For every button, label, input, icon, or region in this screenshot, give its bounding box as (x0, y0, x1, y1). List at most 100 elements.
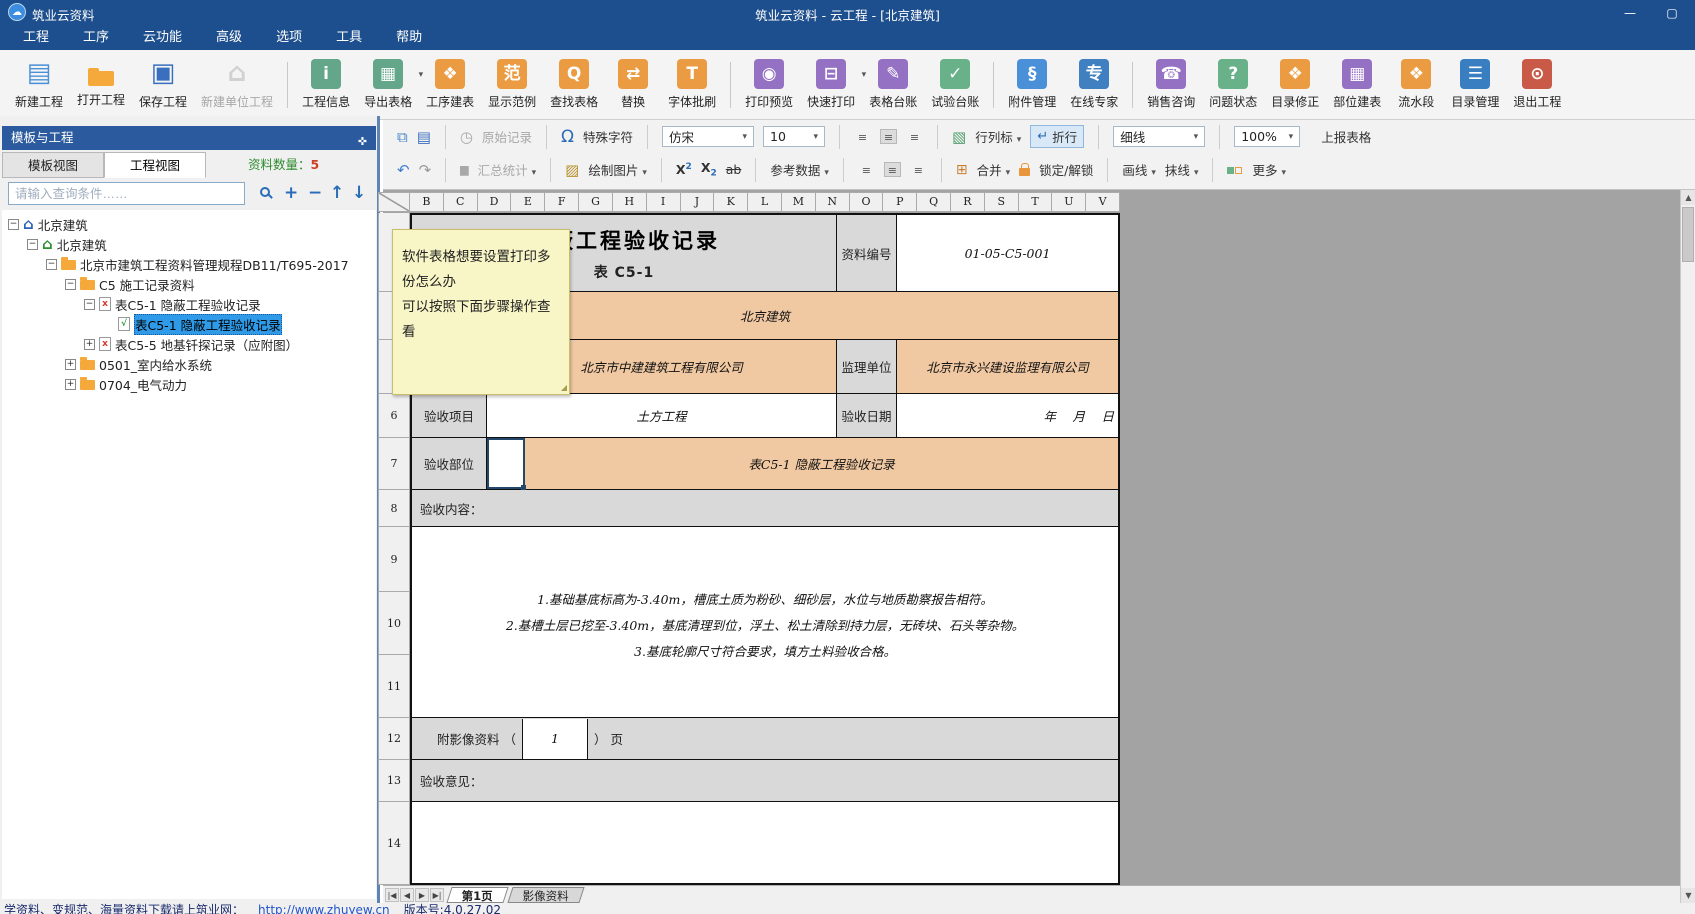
pin-icon[interactable]: ✜ (354, 130, 371, 146)
wrap-button[interactable]: ↵ 折行 (1030, 125, 1084, 148)
content-label-cell[interactable]: 验收内容： (412, 490, 1118, 526)
toolbar-catalog-manage[interactable]: ☰目录管理 (1444, 59, 1506, 110)
scroll-down-icon[interactable]: ▼ (1681, 888, 1695, 903)
undo-icon[interactable]: ↶ (397, 161, 410, 179)
toolbar-process-table[interactable]: ❖工序建表 (419, 59, 481, 110)
toolbar-quick-print[interactable]: ⊟▾快速打印 (800, 59, 862, 110)
first-sheet-button[interactable]: |◀ (385, 888, 399, 902)
valign-top-button[interactable]: ≡ (854, 129, 871, 144)
menu-高级[interactable]: 高级 (199, 25, 259, 50)
toolbar-new-unit-project[interactable]: ⌂新建单位工程 (194, 59, 280, 110)
column-header-J[interactable]: J (681, 192, 715, 212)
rowcol-button[interactable]: 行列标 (975, 127, 1021, 146)
menu-工具[interactable]: 工具 (319, 25, 379, 50)
font-family-select[interactable]: 仿宋 (662, 126, 754, 147)
toolbar-test-ledger[interactable]: ✓试验台账 (924, 59, 986, 110)
scroll-thumb[interactable] (1682, 207, 1694, 262)
minimize-button[interactable]: — (1617, 6, 1643, 20)
scroll-up-icon[interactable]: ▲ (1681, 190, 1695, 205)
content-cell[interactable]: 1.基础基底标高为-3.40m，槽底土质为粉砂、细砂层，水位与地质勘察报告相符。… (412, 527, 1118, 718)
item-label-cell[interactable]: 验收项目 (412, 394, 487, 437)
copy-icon[interactable]: ⧉ (397, 128, 408, 146)
toolbar-export-table[interactable]: ▦▾导出表格 (357, 59, 419, 110)
search-input[interactable] (8, 182, 245, 205)
tree-item[interactable]: +0704_电气动力 (2, 374, 376, 394)
tree-expander-icon[interactable]: − (27, 239, 38, 250)
toolbar-part-table[interactable]: ▦部位建表 (1326, 59, 1388, 110)
tree-expander-icon[interactable]: + (65, 379, 76, 390)
tree-item[interactable]: −北京市建筑工程资料管理规程DB11/T695-2017 (2, 254, 376, 274)
next-sheet-button[interactable]: ▶ (415, 888, 429, 902)
subscript-button[interactable]: X2 (701, 160, 717, 179)
website-link[interactable]: http://www.zhuyew.cn (258, 903, 390, 914)
toolbar-open-project[interactable]: 打开工程 (70, 61, 132, 108)
merge-button[interactable]: 合并 (977, 160, 1011, 179)
tab-template-view[interactable]: 模板视图 (2, 152, 104, 178)
row-header-13[interactable]: 13 (378, 760, 410, 802)
prev-sheet-button[interactable]: ◀ (400, 888, 414, 902)
file-no-label-cell[interactable]: 资料编号 (837, 215, 897, 291)
toolbar-online-expert[interactable]: 专在线专家 (1063, 59, 1125, 110)
row-header-9[interactable]: 9 (378, 527, 410, 592)
tree-expander-icon[interactable]: − (8, 219, 19, 230)
column-header-S[interactable]: S (985, 192, 1019, 212)
supervisor-name-cell[interactable]: 北京市永兴建设监理有限公司 (897, 340, 1118, 393)
add-icon[interactable]: + (284, 183, 298, 203)
last-sheet-button[interactable]: ▶| (430, 888, 444, 902)
menu-云功能[interactable]: 云功能 (126, 25, 199, 50)
media-count-cell[interactable]: 1 (522, 719, 588, 759)
row-header-11[interactable]: 11 (378, 655, 410, 718)
vertical-scrollbar[interactable]: ▲ ▼ (1680, 190, 1695, 903)
tree-item[interactable]: −⌂北京建筑 (2, 234, 376, 254)
column-header-V[interactable]: V (1086, 192, 1120, 212)
sheet-corner-cell[interactable] (378, 192, 410, 212)
tree-expander-icon[interactable]: − (84, 299, 95, 310)
menu-选项[interactable]: 选项 (259, 25, 319, 50)
sheet-tab-page1[interactable]: 第1页 (446, 887, 508, 903)
valign-middle-button[interactable]: ≡ (880, 129, 897, 144)
column-header-L[interactable]: L (748, 192, 782, 212)
selected-cell[interactable] (487, 438, 525, 489)
reference-data-button[interactable]: 参考数据 (770, 160, 829, 179)
row-header-12[interactable]: 12 (378, 718, 410, 760)
sheet-tab-media[interactable]: 影像资料 (507, 887, 584, 903)
toolbar-new-project[interactable]: ▤新建工程 (8, 59, 70, 110)
paste-icon[interactable]: ▤ (417, 128, 431, 146)
tree-item[interactable]: −x表C5-1 隐蔽工程验收记录 (2, 294, 376, 314)
date-value-cell[interactable]: 年 月 日 (897, 394, 1118, 437)
row-header-6[interactable]: 6 (378, 394, 410, 438)
column-header-C[interactable]: C (444, 192, 478, 212)
row-header-7[interactable]: 7 (378, 438, 410, 490)
file-no-cell[interactable]: 01-05-C5-001 (897, 215, 1118, 291)
draw-picture-button[interactable]: 绘制图片 (588, 160, 647, 179)
column-header-F[interactable]: F (545, 192, 579, 212)
more-button[interactable]: 更多 (1252, 160, 1286, 179)
draw-line-button[interactable]: 画线 (1122, 160, 1156, 179)
toolbar-replace[interactable]: ⇄替换 (605, 59, 661, 110)
media-cell[interactable]: 附影像资料 （ 1 ） 页 (412, 718, 1118, 759)
part-label-cell[interactable]: 验收部位 (412, 438, 487, 489)
column-header-R[interactable]: R (951, 192, 985, 212)
opinion-label-cell[interactable]: 验收意见： (412, 760, 1118, 801)
column-header-G[interactable]: G (579, 192, 613, 212)
sticky-note[interactable]: 软件表格想要设置打印多 份怎么办 可以按照下面步骤操作查 看 ◢ (392, 229, 570, 395)
part-value-cell[interactable]: 表C5-1 隐蔽工程验收记录 (525, 438, 1118, 489)
column-header-D[interactable]: D (478, 192, 512, 212)
toolbar-issue-status[interactable]: ?问题状态 (1202, 59, 1264, 110)
tree-item[interactable]: −C5 施工记录资料 (2, 274, 376, 294)
column-header-K[interactable]: K (714, 192, 748, 212)
font-size-select[interactable]: 10 (763, 126, 825, 147)
toolbar-catalog-fix[interactable]: ❖目录修正 (1264, 59, 1326, 110)
column-header-U[interactable]: U (1052, 192, 1086, 212)
toolbar-show-example[interactable]: 范显示范例 (481, 59, 543, 110)
tree-expander-icon[interactable]: + (84, 339, 95, 350)
tab-project-view[interactable]: 工程视图 (104, 152, 206, 178)
redo-icon[interactable]: ↷ (419, 161, 432, 179)
column-header-I[interactable]: I (647, 192, 681, 212)
superscript-button[interactable]: X2 (676, 162, 692, 177)
halign-left-button[interactable]: ≡ (858, 162, 875, 177)
tree-item[interactable]: √表C5-1 隐蔽工程验收记录 (2, 314, 376, 334)
move-up-icon[interactable]: ↑ (330, 183, 344, 203)
column-header-Q[interactable]: Q (917, 192, 951, 212)
column-header-M[interactable]: M (782, 192, 816, 212)
